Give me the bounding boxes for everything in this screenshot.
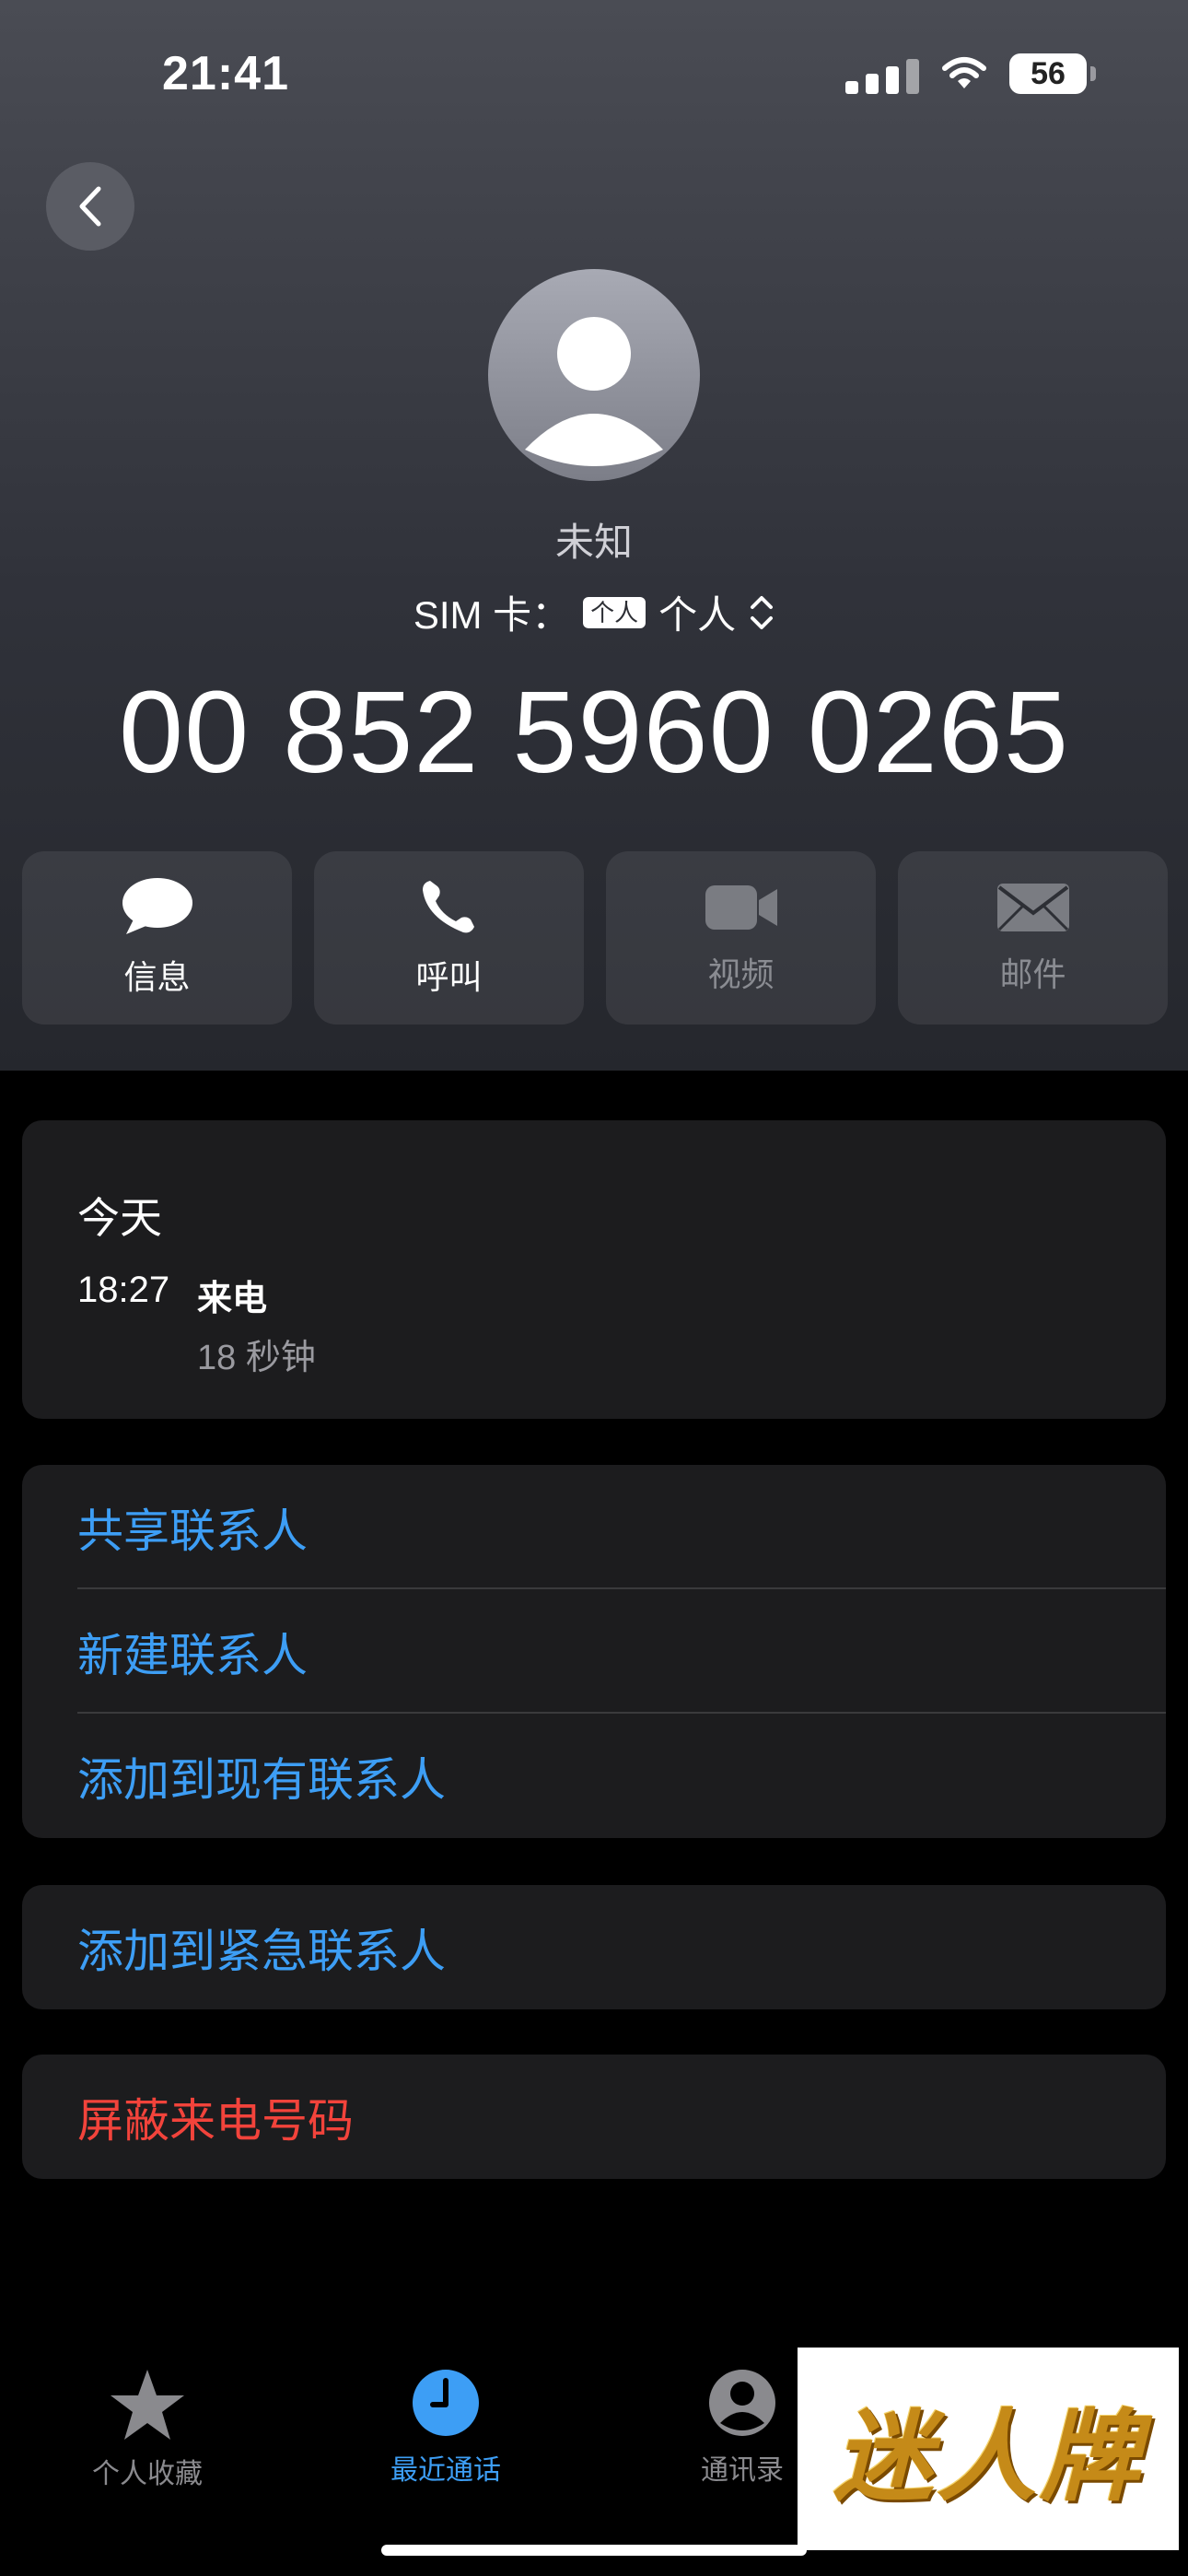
chevron-up-down-icon [751, 595, 774, 629]
mail-icon [996, 884, 1069, 931]
status-time: 21:41 [162, 47, 289, 100]
person-circle-icon [709, 2370, 775, 2436]
emergency-card: 添加到紧急联系人 [22, 1885, 1166, 2009]
video-label: 视频 [707, 955, 775, 993]
tab-favorites-label: 个人收藏 [92, 2459, 203, 2489]
sim-badge: 个人 [583, 596, 646, 628]
phone-number: 00 852 5960 0265 [119, 667, 1069, 797]
tab-recents[interactable]: 最近通话 [354, 2368, 538, 2488]
history-day: 今天 [77, 1194, 162, 1242]
block-card: 屏蔽来电号码 [22, 2055, 1166, 2179]
video-camera-icon [705, 885, 777, 930]
sim-label: SIM 卡： [413, 593, 571, 637]
watermark-logo: 迷人牌 [798, 2348, 1179, 2550]
avatar [488, 269, 700, 481]
mail-button[interactable]: 邮件 [898, 851, 1168, 1025]
cellular-signal-icon [845, 53, 919, 94]
call-button[interactable]: 呼叫 [314, 851, 584, 1025]
add-emergency-contact-button[interactable]: 添加到紧急联系人 [22, 1885, 1166, 2009]
block-caller-button[interactable]: 屏蔽来电号码 [22, 2055, 1166, 2179]
person-placeholder-icon [525, 317, 663, 466]
action-buttons: 信息 呼叫 视频 邮件 [22, 851, 1168, 1025]
home-indicator[interactable] [381, 2545, 807, 2556]
star-icon [111, 2370, 184, 2440]
sim-selector[interactable]: SIM 卡： 个人 个人 [0, 584, 1188, 640]
call-duration: 18 秒钟 [197, 1339, 316, 1377]
contact-header: 21:41 56 未知 SIM 卡： 个人 个人 00 852 5960 026… [0, 0, 1188, 1071]
contact-actions-card: 共享联系人 新建联系人 添加到现有联系人 [22, 1465, 1166, 1838]
wifi-icon [942, 57, 986, 88]
video-button[interactable]: 视频 [606, 851, 876, 1025]
message-label: 信息 [123, 958, 191, 996]
message-bubble-icon [122, 878, 192, 934]
call-history-card: 今天 18:27 来电 18 秒钟 [22, 1120, 1166, 1419]
share-contact-button[interactable]: 共享联系人 [22, 1465, 1166, 1589]
back-button[interactable] [46, 162, 134, 251]
message-button[interactable]: 信息 [22, 851, 292, 1025]
watermark-text: 迷人牌 [833, 2399, 1143, 2515]
new-contact-button[interactable]: 新建联系人 [22, 1589, 1166, 1714]
tab-recents-label: 最近通话 [390, 2455, 501, 2486]
chevron-left-icon [79, 186, 101, 227]
phone-icon [422, 881, 474, 933]
battery-indicator: 56 [1009, 53, 1096, 94]
mail-label: 邮件 [999, 955, 1066, 993]
call-time: 18:27 [77, 1270, 170, 1310]
call-label: 呼叫 [415, 958, 483, 996]
add-to-existing-contact-button[interactable]: 添加到现有联系人 [22, 1714, 1166, 1838]
contact-name: 未知 [554, 521, 633, 564]
status-icons: 56 [845, 53, 1096, 94]
sim-value: 个人 [658, 593, 737, 637]
tab-favorites[interactable]: 个人收藏 [55, 2368, 239, 2491]
call-type: 来电 [197, 1280, 268, 1318]
tab-contacts-label: 通讯录 [701, 2455, 784, 2486]
clock-icon [413, 2370, 479, 2436]
